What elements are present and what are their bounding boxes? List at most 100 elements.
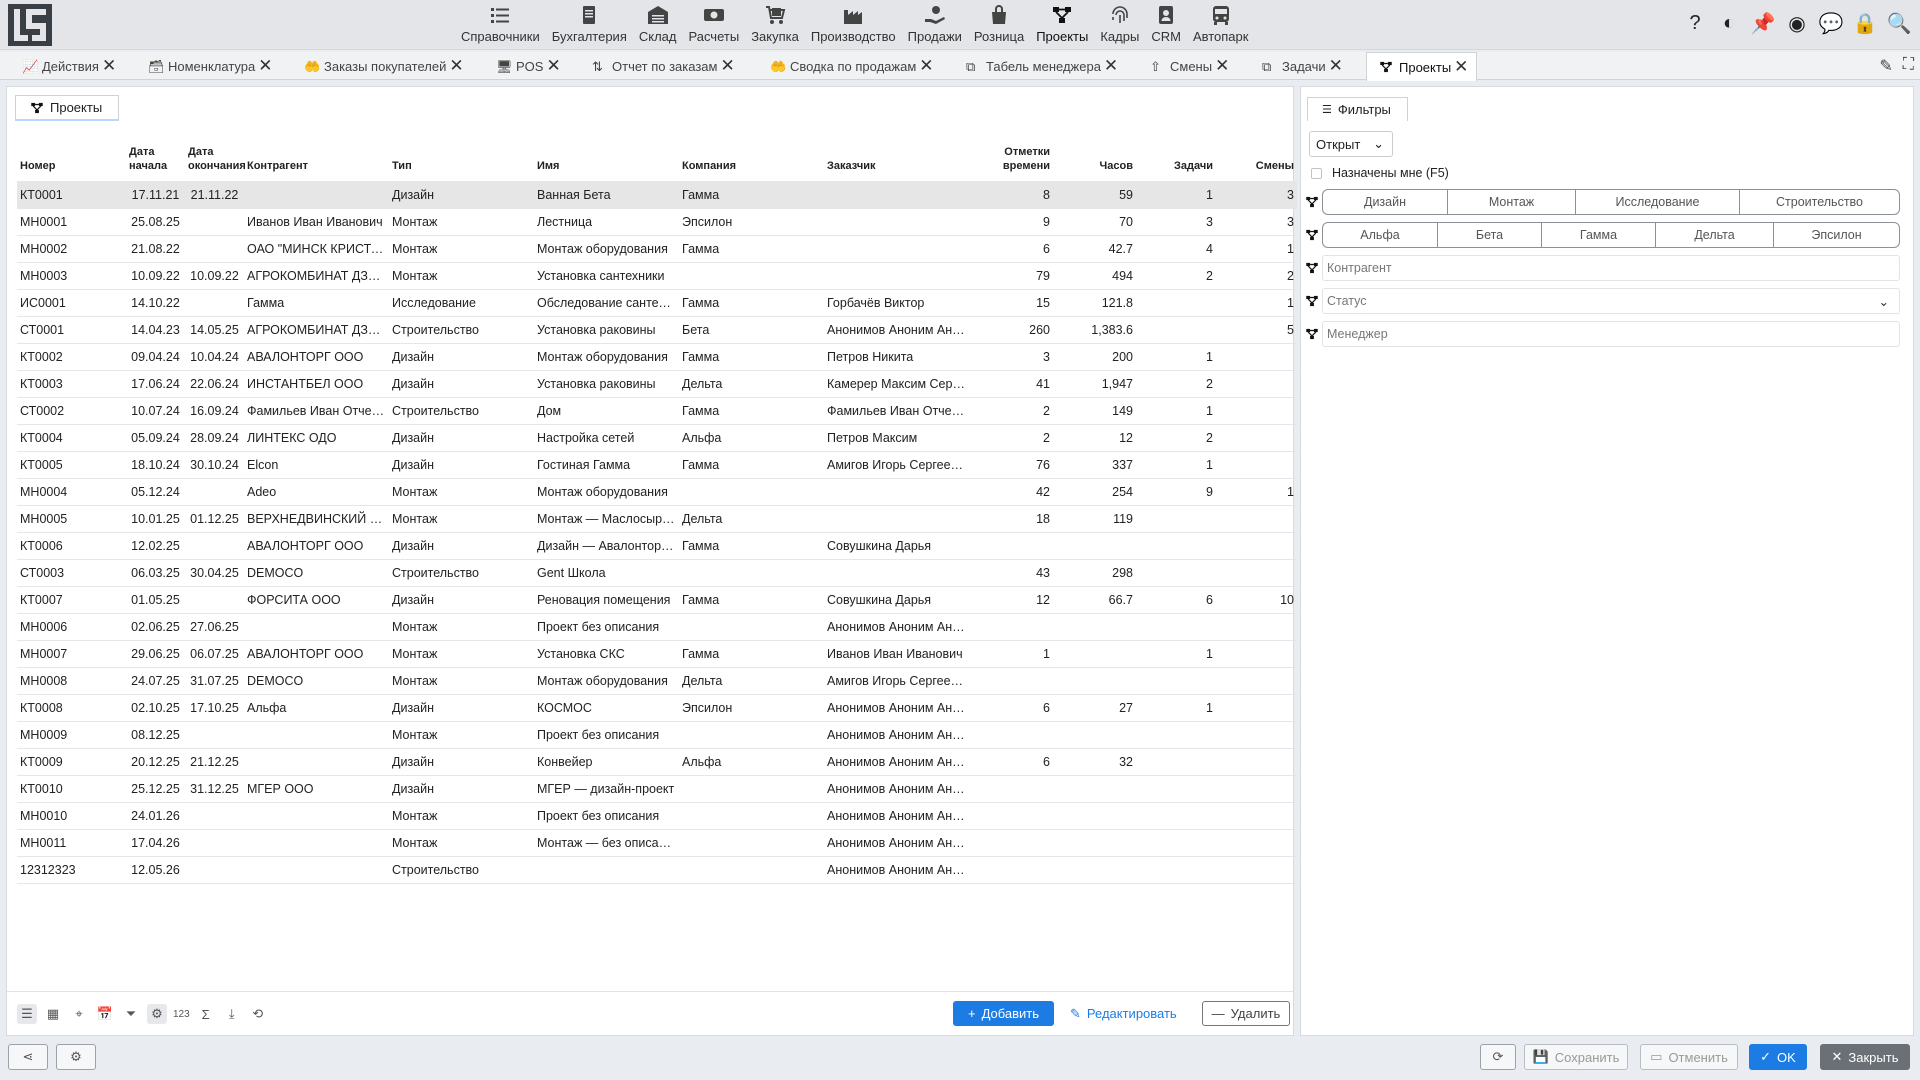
calendar-icon[interactable]: 📅 — [95, 1004, 115, 1024]
assigned-to-me-checkbox[interactable]: Назначены мне (F5) — [1311, 166, 1449, 180]
search-icon[interactable]: 🔍 — [1887, 12, 1912, 35]
grid-view-icon[interactable]: ▦ — [43, 1004, 63, 1024]
refresh-icon[interactable]: ⟲ — [248, 1004, 268, 1024]
cancel-button[interactable]: ▭ Отменить — [1640, 1044, 1738, 1070]
table-row[interactable]: КТ0006 12.02.25 АВАЛОНТОРГ ООО Дизайн Дизайн… — [17, 531, 1297, 559]
type-option-design[interactable]: Дизайн — [1323, 190, 1447, 214]
table-row[interactable]: МН0006 02.06.25 27.06.25 Монтаж Проект без о… — [17, 612, 1297, 640]
table-row[interactable]: МН000310.09.2210.09.22АГРОКОМБИНАТ ДЗЕРЖ… — [17, 261, 1297, 289]
type-option-construction[interactable]: Строительство — [1739, 190, 1899, 214]
close-icon[interactable]: ✕ — [102, 56, 116, 76]
nav-warehouse[interactable]: Склад — [639, 0, 676, 50]
col-tasks[interactable]: Задачи — [1136, 133, 1216, 181]
count-toggle[interactable]: 123 — [173, 1004, 190, 1024]
close-icon[interactable]: ✕ — [546, 56, 560, 76]
table-row[interactable]: КТ0005 18.10.24 30.10.24 Elcon Дизайн Гостина… — [17, 450, 1297, 478]
theme-icon[interactable]: ◐ — [1718, 12, 1740, 34]
sum-toggle[interactable]: Σ — [196, 1004, 216, 1024]
nav-hr[interactable]: Кадры — [1100, 0, 1139, 50]
table-row[interactable]: КТ0007 01.05.25 ФОРСИТА ООО Дизайн Реновация… — [17, 585, 1297, 613]
nav-projects[interactable]: Проекты — [1036, 0, 1088, 50]
nav-retail[interactable]: Розница — [974, 0, 1024, 50]
table-row[interactable]: МН0004 05.12.24 Adeo Монтаж Монтаж оборудова… — [17, 477, 1297, 505]
tab-customer-orders[interactable]: 🤲 Заказы покупателей ✕ — [304, 52, 464, 80]
table-row[interactable]: КТ0009 20.12.25 21.12.25 Дизайн Конвейер Альф… — [17, 747, 1297, 775]
status-select[interactable]: Открыт ⌄ — [1309, 131, 1393, 157]
table-row[interactable]: МН0007 29.06.25 06.07.25 АВАЛОНТОРГ ООО Монт… — [17, 639, 1297, 667]
fullscreen-icon[interactable]: ⛶ — [1903, 56, 1914, 76]
tab-pos[interactable]: 🖥 POS ✕ — [496, 52, 561, 80]
app-logo[interactable] — [8, 4, 52, 46]
nav-payments[interactable]: Расчеты — [688, 0, 739, 50]
tab-manager-timesheet[interactable]: ⧉ Табель менеджера ✕ — [966, 52, 1118, 80]
table-row[interactable]: МН000510.01.2501.12.25ВЕРХНЕДВИНСКИЙ МАС… — [17, 504, 1297, 532]
add-button[interactable]: + Добавить — [953, 1001, 1054, 1026]
col-start-date[interactable]: Дата начала — [126, 133, 185, 181]
table-row[interactable]: СТ0002 10.07.24 16.09.24 Фамильев Иван Отче… — [17, 396, 1297, 424]
table-row[interactable]: КТ0004 05.09.24 28.09.24 ЛИНТЕКС ОДО Дизайн Н… — [17, 423, 1297, 451]
table-row[interactable]: ИС0001 14.10.22 Гамма Исследование Обследова… — [17, 288, 1297, 316]
tab-orders-report[interactable]: ⇅ Отчет по заказам ✕ — [592, 52, 735, 80]
nav-sales[interactable]: Продажи — [908, 0, 962, 50]
col-hours[interactable]: Часов — [1053, 133, 1136, 181]
table-row[interactable]: МН0009 08.12.25 Монтаж Проект без описания А… — [17, 720, 1297, 748]
close-icon[interactable]: ✕ — [1104, 56, 1118, 76]
table-row[interactable]: КТ0008 02.10.25 17.10.25 Альфа Дизайн КОСМОС Э… — [17, 693, 1297, 721]
col-counterparty[interactable]: Контрагент — [244, 133, 389, 181]
eye-icon[interactable]: ◉ — [1786, 12, 1808, 35]
type-option-research[interactable]: Исследование — [1575, 190, 1739, 214]
table-row[interactable]: СТ000114.04.2314.05.25АГРОКОМБИНАТ ДЗЕРЖ… — [17, 315, 1297, 343]
manager-input[interactable]: Менеджер — [1322, 321, 1900, 347]
nav-accounting[interactable]: Бухгалтерия — [552, 0, 627, 50]
settings-icon[interactable]: ⚙ — [147, 1004, 167, 1024]
close-icon[interactable]: ✕ — [258, 56, 272, 76]
col-time-marks[interactable]: Отметки времени — [969, 133, 1053, 181]
close-icon[interactable]: ✕ — [720, 56, 734, 76]
status-dropdown[interactable]: Статус ⌄ — [1322, 288, 1900, 314]
nav-purchase[interactable]: Закупка — [751, 0, 799, 50]
pin-icon[interactable]: 📌 — [1751, 12, 1776, 35]
col-company[interactable]: Компания — [679, 133, 824, 181]
help-icon[interactable]: ? — [1684, 12, 1706, 34]
close-icon[interactable]: ✕ — [1454, 57, 1468, 77]
nav-production[interactable]: Производство — [811, 0, 896, 50]
company-option-gamma[interactable]: Гамма — [1541, 223, 1655, 247]
lock-icon[interactable]: 🔒 — [1853, 12, 1878, 35]
download-icon[interactable]: ⤓ — [222, 1004, 242, 1024]
company-option-beta[interactable]: Бета — [1437, 223, 1541, 247]
tab-shifts[interactable]: ⇧ Смены ✕ — [1150, 52, 1229, 80]
table-row[interactable]: КТ0003 17.06.24 22.06.24 ИНСТАНТБЕЛ ООО Диза… — [17, 369, 1297, 397]
filters-tab[interactable]: ☰ Фильтры — [1307, 97, 1408, 121]
checkbox-box[interactable] — [1311, 167, 1322, 179]
tab-nomenclature[interactable]: 🗃 Номенклатура ✕ — [148, 52, 273, 80]
save-button[interactable]: 💾 Сохранить — [1524, 1044, 1628, 1070]
settings-button[interactable]: ⚙ — [56, 1044, 96, 1070]
table-row[interactable]: МН0002 21.08.22 ОАО "МИНСК КРИСТАЛЛ" Монтаж… — [17, 234, 1297, 262]
close-icon[interactable]: ✕ — [1329, 56, 1343, 76]
edit-button[interactable]: ✎ Редактировать — [1070, 1001, 1177, 1026]
nav-fleet[interactable]: Автопарк — [1193, 0, 1248, 50]
col-number[interactable]: Номер — [17, 133, 126, 181]
company-option-epsilon[interactable]: Эпсилон — [1773, 223, 1899, 247]
col-name[interactable]: Имя — [534, 133, 679, 181]
tab-sales-summary[interactable]: 🤲 Сводка по продажам ✕ — [770, 52, 934, 80]
table-row[interactable]: 12312323 12.05.26 Строительство Анонимов Ан… — [17, 855, 1297, 884]
subtab-projects[interactable]: Проекты — [15, 95, 120, 121]
nav-crm[interactable]: CRM — [1151, 0, 1181, 50]
table-row[interactable]: МН0008 24.07.25 31.07.25 DEMOCO Монтаж Монтаж… — [17, 666, 1297, 694]
col-customer[interactable]: Заказчик — [824, 133, 969, 181]
ok-button[interactable]: ✓ OK — [1749, 1044, 1807, 1070]
list-view-icon[interactable]: ☰ — [17, 1004, 37, 1024]
col-shifts[interactable]: Смены — [1216, 133, 1297, 181]
col-end-date[interactable]: Дата окончания — [185, 133, 246, 181]
close-button[interactable]: ✕ Закрыть — [1820, 1044, 1910, 1070]
table-row[interactable]: КТ0010 25.12.25 31.12.25 МГЕР ООО Дизайн МГЕР… — [17, 774, 1297, 802]
type-option-installation[interactable]: Монтаж — [1447, 190, 1575, 214]
table-row[interactable]: МН0001 25.08.25 Иванов Иван Иванович Монтаж… — [17, 207, 1297, 235]
table-row[interactable]: КТ0001 17.11.21 21.11.22 Дизайн Ванная Бета Г… — [17, 180, 1297, 208]
close-icon[interactable]: ✕ — [919, 56, 933, 76]
chat-icon[interactable]: 💬 — [1819, 12, 1844, 35]
counterparty-input[interactable]: Контрагент — [1322, 255, 1900, 281]
reload-button[interactable]: ⟳ — [1480, 1044, 1516, 1070]
table-row[interactable]: СТ0003 06.03.25 30.04.25 DEMOCO Строительств… — [17, 558, 1297, 586]
